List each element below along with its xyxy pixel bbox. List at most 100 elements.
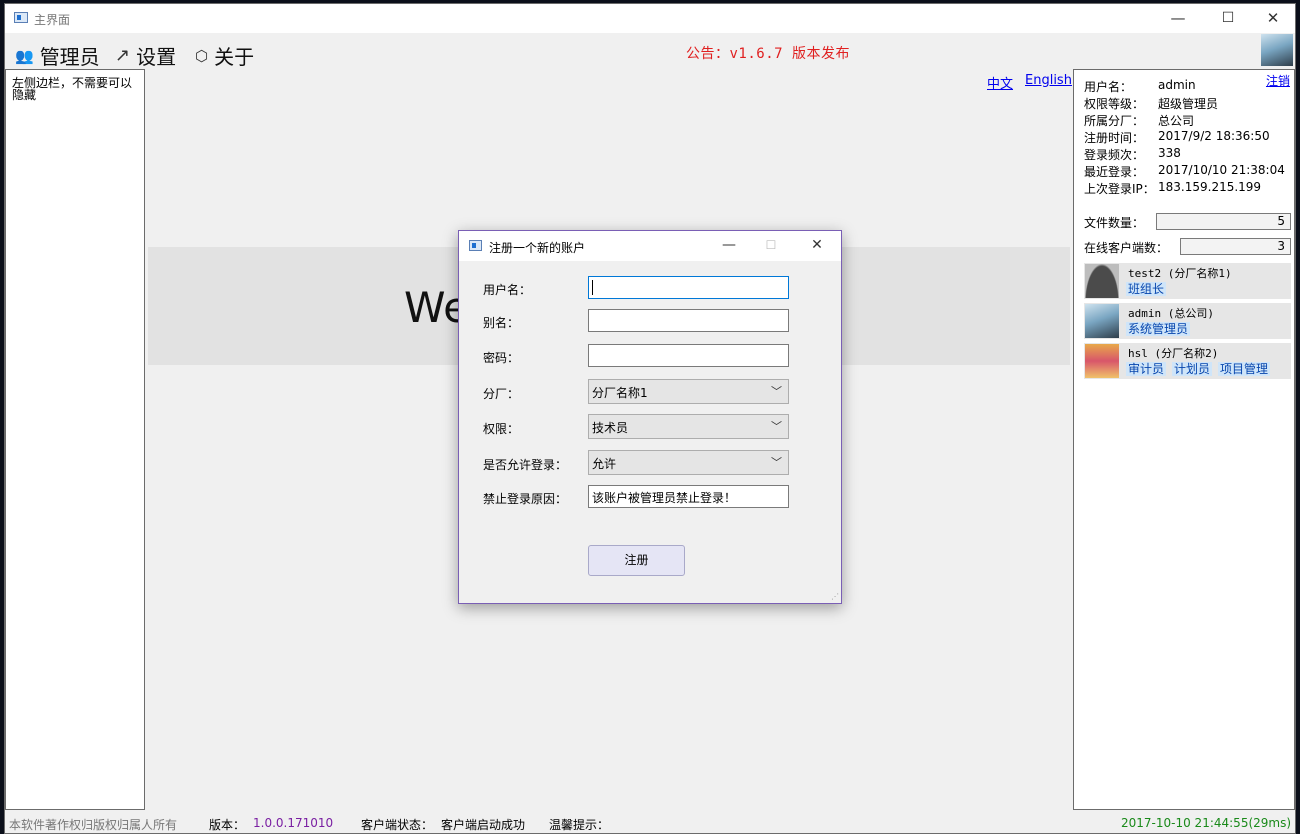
menu-settings-label: 设置 [136,45,177,69]
info-label: 注册时间： [1084,131,1145,145]
client-status-value: 客户端启动成功 [441,818,526,832]
dialog-title: 注册一个新的账户 [489,241,586,255]
info-level: 权限等级： 超级管理员 [1084,95,1218,112]
menu-about-label: 关于 [214,45,255,69]
info-factory: 所属分厂： 总公司 [1084,112,1194,129]
info-value: 2017/9/2 18:36:50 [1158,129,1270,143]
client-item[interactable]: hsl (分厂名称2) 审计员 计划员 项目管理 [1084,343,1291,379]
dialog-close-button[interactable]: ✕ [797,231,837,261]
allow-login-select[interactable]: 允许 ﹀ [588,450,789,475]
info-label: 所属分厂： [1084,114,1145,128]
info-value: 总公司 [1158,114,1195,128]
dialog-maximize-button: ☐ [765,238,777,252]
version-label: 版本： [209,818,246,832]
info-last-login: 最近登录： 2017/10/10 21:38:04 [1084,163,1285,180]
users-icon: 👥 [15,46,34,65]
client-roles: 班组长 [1126,282,1167,296]
minimize-button[interactable]: — [1155,4,1201,33]
menu-about[interactable]: ⬡ 关于 [195,41,254,70]
register-button[interactable]: 注册 [588,545,685,576]
logout-link[interactable]: 注销 [1266,72,1290,89]
alias-label: 别名： [483,316,520,330]
online-count-label: 在线客户端数： [1084,241,1169,255]
status-bar: 本软件著作权归版权归属人所有 版本： 1.0.0.171010 客户端状态： 客… [5,810,1295,834]
file-count-label: 文件数量： [1084,216,1145,230]
app-icon [14,12,28,23]
allow-login-select-value: 允许 [592,457,617,471]
role-badge: 班组长 [1126,282,1167,296]
factory-select[interactable]: 分厂名称1 ﹀ [588,379,789,404]
username-input[interactable] [588,276,789,299]
role-select[interactable]: 技术员 ﹀ [588,414,789,439]
title-bar: 主界面 — ☐ ✕ [5,4,1295,33]
info-label: 上次登录IP： [1084,182,1155,196]
client-item[interactable]: admin (总公司) 系统管理员 [1084,303,1291,339]
info-register-time: 注册时间： 2017/9/2 18:36:50 [1084,129,1270,146]
avatar[interactable] [1261,34,1293,66]
info-value: 183.159.215.199 [1158,180,1262,194]
dialog-minimize-button[interactable]: — [709,231,749,261]
info-login-frequency: 登录频次： 338 [1084,146,1181,163]
client-name: test2 (分厂名称1) [1128,267,1232,280]
factory-select-value: 分厂名称1 [592,386,648,400]
lang-english-link[interactable]: English [1025,73,1072,88]
role-badge: 计划员 [1172,362,1213,376]
info-value: 超级管理员 [1158,97,1219,111]
resize-grip-icon[interactable]: ⋰ [831,592,839,601]
lang-chinese-link[interactable]: 中文 [987,73,1013,92]
menu-admin[interactable]: 👥 管理员 [15,41,100,70]
allow-login-label: 是否允许登录： [483,458,568,472]
client-item[interactable]: test2 (分厂名称1) 班组长 [1084,263,1291,299]
client-roles: 审计员 计划员 项目管理 [1126,362,1271,376]
password-label: 密码： [483,351,520,365]
info-last-ip: 上次登录IP： 183.159.215.199 [1084,180,1261,197]
close-button[interactable]: ✕ [1250,4,1296,33]
menu-bar: 👥 管理员 ↗ 设置 ⬡ 关于 公告：v1.6.7 版本发布 [5,33,1295,70]
register-dialog: 注册一个新的账户 — ☐ ✕ 用户名： 别名： 密码： 分厂： 分厂名称1 ﹀ … [458,230,842,604]
reason-label: 禁止登录原因： [483,492,568,506]
menu-admin-label: 管理员 [39,45,100,69]
role-badge: 项目管理 [1218,362,1271,376]
file-count-box: 5 [1156,213,1291,230]
info-label: 权限等级： [1084,97,1145,111]
text-caret [592,280,593,295]
username-label: 用户名： [483,283,532,297]
client-name: admin (总公司) [1128,307,1214,320]
arrow-icon: ↗ [115,45,131,66]
info-label: 最近登录： [1084,165,1145,179]
reason-input[interactable]: 该账户被管理员禁止登录！ [588,485,789,508]
info-label: 用户名： [1084,80,1133,94]
status-timestamp: 2017-10-10 21:44:55(29ms) [1121,816,1292,830]
role-label: 权限： [483,422,520,436]
client-avatar [1085,304,1119,338]
copyright-text: 本软件著作权归版权归属人所有 [9,818,178,832]
announcement[interactable]: 公告：v1.6.7 版本发布 [686,43,850,63]
user-info-panel: 注销 用户名： admin 权限等级： 超级管理员 所属分厂： 总公司 注册时间： 20… [1073,69,1295,810]
chevron-down-icon: ﹀ [771,456,782,469]
role-select-value: 技术员 [592,421,629,435]
menu-settings[interactable]: ↗ 设置 [115,41,176,70]
sidebar-text: 左侧边栏，不需要可以隐藏 [12,76,133,102]
info-username: 用户名： admin [1084,78,1196,95]
version-value: 1.0.0.171010 [253,816,334,830]
dialog-title-bar: 注册一个新的账户 — ☐ ✕ [459,231,841,261]
info-value: 2017/10/10 21:38:04 [1158,163,1285,177]
info-value: 338 [1158,146,1181,160]
cube-icon: ⬡ [195,46,209,65]
maximize-button[interactable]: ☐ [1205,4,1251,33]
chevron-down-icon: ﹀ [771,420,782,433]
client-avatar [1085,264,1119,298]
chevron-down-icon: ﹀ [771,385,782,398]
client-roles: 系统管理员 [1126,322,1191,336]
client-avatar [1085,344,1119,378]
dialog-app-icon [469,240,482,251]
online-count-box: 3 [1180,238,1291,255]
alias-input[interactable] [588,309,789,332]
client-name: hsl (分厂名称2) [1128,347,1219,360]
role-badge: 审计员 [1126,362,1167,376]
left-sidebar: 左侧边栏，不需要可以隐藏 [5,69,145,810]
password-input[interactable] [588,344,789,367]
window-title: 主界面 [34,13,71,27]
tip-label: 温馨提示： [549,818,610,832]
client-status-label: 客户端状态： [361,818,434,832]
